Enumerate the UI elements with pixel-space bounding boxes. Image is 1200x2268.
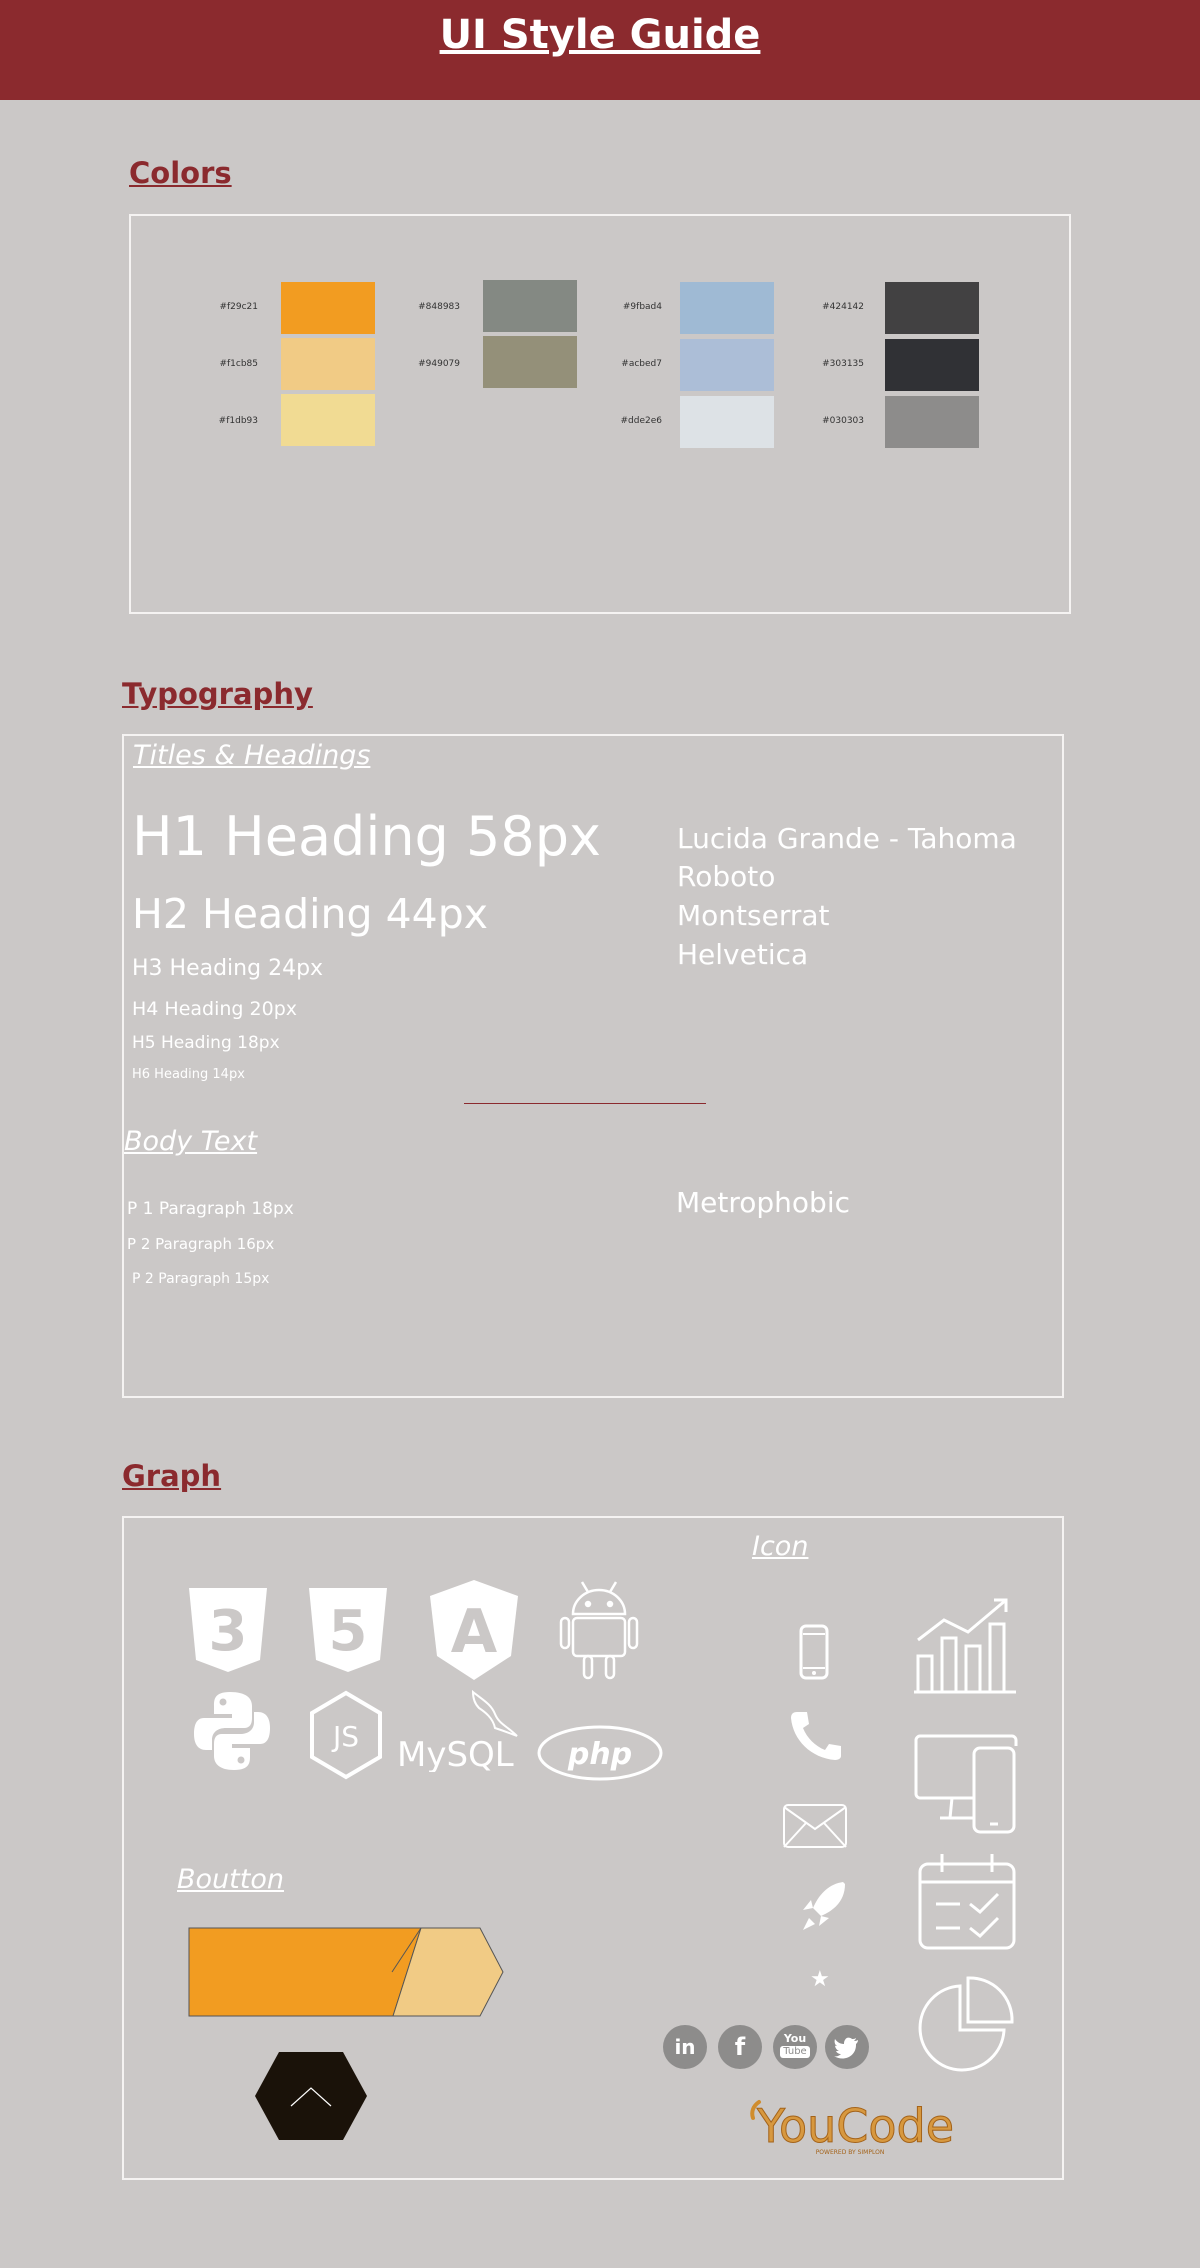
color-swatch: [281, 282, 375, 334]
html5-label: 5: [329, 1599, 368, 1664]
typography-title: Typography: [122, 677, 313, 711]
color-swatch: [680, 396, 774, 448]
php-label: php: [567, 1737, 632, 1772]
font-name: Lucida Grande - Tahoma: [677, 822, 1017, 855]
h6-sample: H6 Heading 14px: [132, 1067, 245, 1082]
swatch-label: #dde2e6: [620, 416, 663, 426]
primary-button[interactable]: [187, 1926, 505, 2018]
call-icon: [791, 1712, 841, 1760]
font-name: Montserrat: [677, 899, 830, 932]
bar-chart-icon: [914, 1598, 1016, 1694]
color-swatch: [885, 396, 979, 448]
mysql-icon: MySQL: [397, 1689, 518, 1772]
mysql-label: MySQL: [397, 1735, 514, 1772]
swatch-label: #9fbad4: [622, 302, 662, 312]
colors-title: Colors: [129, 156, 232, 190]
swatch-label: #f1cb85: [219, 359, 258, 369]
h1-sample: H1 Heading 58px: [132, 805, 601, 868]
swatch-label: #f29c21: [219, 302, 258, 312]
angular-label: A: [451, 1597, 498, 1667]
h3-sample: H3 Heading 24px: [132, 956, 324, 981]
css3-label: 3: [209, 1599, 248, 1664]
checklist-calendar-icon: [918, 1854, 1016, 1950]
nodejs-icon: JS: [310, 1690, 382, 1780]
twitter-icon[interactable]: [825, 2025, 869, 2069]
divider: [464, 1103, 706, 1104]
swatch-label: #acbed7: [621, 359, 662, 369]
rocket-icon: [803, 1882, 845, 1930]
font-name: Roboto: [677, 860, 776, 893]
swatch-label: #848983: [418, 302, 460, 312]
color-swatch: [680, 339, 774, 391]
scroll-top-button[interactable]: [253, 2050, 369, 2142]
swatch-label: #303135: [822, 359, 864, 369]
page-title: UI Style Guide: [439, 12, 761, 58]
phone-icon: [799, 1624, 829, 1680]
pie-chart-icon: [918, 1976, 1014, 2072]
titles-headings-label: Titles & Headings: [133, 740, 371, 771]
swatch-label: #424142: [822, 302, 864, 312]
color-swatch: [281, 394, 375, 446]
h5-sample: H5 Heading 18px: [132, 1033, 280, 1053]
python-icon: [194, 1692, 270, 1770]
mail-icon: [783, 1804, 847, 1848]
linkedin-icon[interactable]: in: [663, 2025, 707, 2069]
color-swatch: [885, 282, 979, 334]
page-header: UI Style Guide: [0, 0, 1200, 100]
angular-icon: A: [430, 1580, 518, 1680]
color-swatch: [483, 336, 577, 388]
font-name: Helvetica: [677, 938, 809, 971]
color-swatch: [483, 280, 577, 332]
p2-sample: P 2 Paragraph 16px: [127, 1235, 275, 1253]
html5-icon: 5: [309, 1588, 387, 1672]
swatch-label: #030303: [822, 416, 864, 426]
h2-sample: H2 Heading 44px: [132, 890, 489, 938]
graph-title: Graph: [122, 1459, 222, 1493]
body-text-label: Body Text: [124, 1126, 258, 1157]
color-swatch: [680, 282, 774, 334]
facebook-label: f: [734, 2033, 746, 2061]
youcode-logo: YouCode POWERED BY SIMPLON: [750, 2099, 955, 2156]
p1-sample: P 1 Paragraph 18px: [127, 1199, 294, 1219]
facebook-icon[interactable]: f: [718, 2025, 762, 2069]
css3-icon: 3: [189, 1588, 267, 1672]
icon-heading: Icon: [752, 1531, 809, 1562]
devices-icon: [914, 1734, 1018, 1834]
youtube-icon[interactable]: You Tube: [773, 2025, 817, 2069]
body-font-name: Metrophobic: [676, 1186, 850, 1219]
youtube-label-top: You: [783, 2032, 807, 2045]
p3-sample: P 2 Paragraph 15px: [132, 1271, 270, 1287]
php-icon: php: [537, 1725, 663, 1781]
swatch-label: #949079: [418, 359, 460, 369]
button-heading: Boutton: [177, 1864, 284, 1895]
swatch-label: #f1db93: [218, 416, 258, 426]
linkedin-label: in: [674, 2035, 696, 2059]
h4-sample: H4 Heading 20px: [132, 998, 297, 1020]
star-icon: ★: [810, 1967, 830, 1992]
color-swatch: [281, 338, 375, 390]
youcode-label: YouCode: [756, 2099, 954, 2153]
youcode-tagline: POWERED BY SIMPLON: [816, 2149, 885, 2156]
youtube-label-bottom: Tube: [780, 2046, 810, 2058]
color-swatch: [885, 339, 979, 391]
nodejs-label: JS: [331, 1720, 359, 1753]
android-icon: [559, 1581, 639, 1680]
